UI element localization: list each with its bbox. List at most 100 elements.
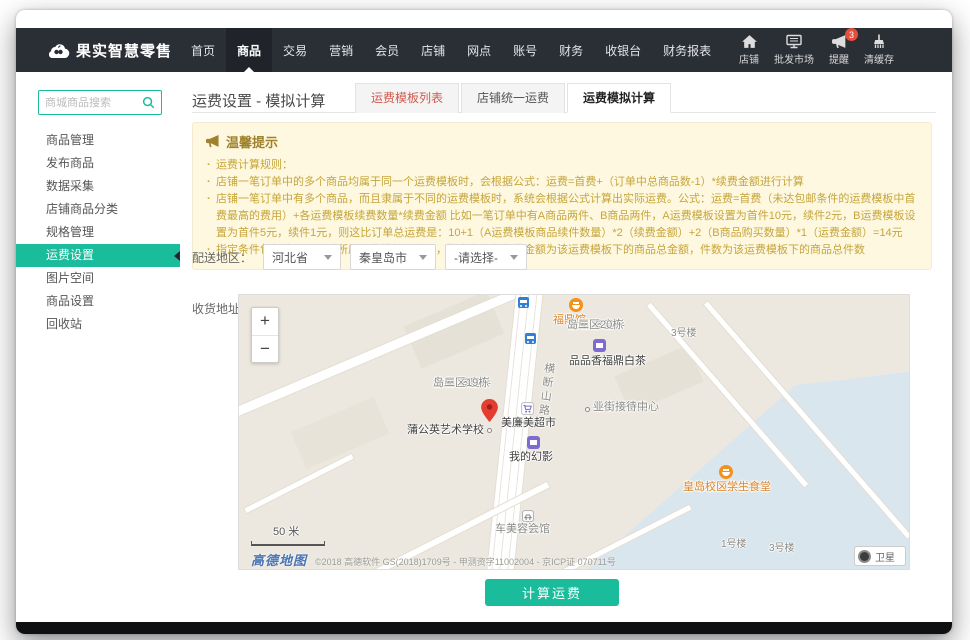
sidebar-item-goods-manage[interactable]: 商品管理 xyxy=(16,129,180,152)
map-building-block xyxy=(291,397,389,469)
search-input[interactable] xyxy=(39,97,142,109)
notice-title: 温馨提示 xyxy=(226,132,278,151)
satellite-layer-toggle[interactable]: 卫星 xyxy=(854,546,906,566)
map-label-building1: 1号楼 xyxy=(721,538,747,551)
notice-bullet: 店铺一笔订单中有多个商品，而且隶属于不同的运费模板时，系统会根据公式计算出实际运… xyxy=(205,191,919,242)
brand-name: 果实智慧零售 xyxy=(76,40,172,61)
canteen-poi-icon xyxy=(719,465,733,479)
sidebar-item-spec-manage[interactable]: 规格管理 xyxy=(16,221,180,244)
navbar-utilities: 店铺 批发市场 3 提醒 清缓存 xyxy=(739,34,952,66)
page-title: 运费设置 - 模拟计算 xyxy=(192,90,325,111)
map-label-supermarket: 美廉美超市 xyxy=(501,417,556,430)
delivery-region-label: 配送地区： xyxy=(192,249,254,266)
main-menu: 首页 商品 交易 营销 会员 店铺 网点 账号 财务 收银台 财务报表 xyxy=(180,28,722,72)
sidebar-item-publish-goods[interactable]: 发布商品 xyxy=(16,152,180,175)
nav-item-marketing[interactable]: 营销 xyxy=(318,28,364,72)
util-reminder[interactable]: 3 提醒 xyxy=(829,34,849,66)
util-shop[interactable]: 店铺 xyxy=(739,34,759,66)
chevron-down-icon xyxy=(419,255,427,260)
map-label-pinpinxiang: 品品香福鼎白茶 xyxy=(569,355,646,368)
nav-item-outlets[interactable]: 网点 xyxy=(456,28,502,72)
cloud-logo-icon xyxy=(46,42,70,58)
notice-bullet: 店铺一笔订单中的多个商品均属于同一个运费模板时，会根据公式：运费=首费+（订单中… xyxy=(205,174,919,191)
city-select[interactable]: 秦皇岛市 xyxy=(350,244,436,270)
shop-poi-icon xyxy=(527,436,540,449)
goods-search-box xyxy=(38,90,162,115)
market-icon xyxy=(785,34,803,49)
map-scale-bar xyxy=(251,541,325,546)
nav-item-trade[interactable]: 交易 xyxy=(272,28,318,72)
zoom-in-button[interactable]: + xyxy=(252,308,278,336)
sidebar-item-goods-settings[interactable]: 商品设置 xyxy=(16,290,180,313)
announcement-icon xyxy=(205,135,220,148)
map-label-line: 业街接待中心 xyxy=(593,401,659,414)
district-select[interactable]: -请选择- xyxy=(445,244,527,270)
map-road xyxy=(244,454,353,513)
province-select[interactable]: 河北省 xyxy=(263,244,341,270)
poi-dot-icon xyxy=(585,407,590,412)
map-label-line: 岛二区20栋 xyxy=(567,319,623,332)
poi-dot-icon xyxy=(487,428,492,433)
app-window: 果实智慧零售 首页 商品 交易 营销 会员 店铺 网点 账号 财务 收银台 财务… xyxy=(16,10,952,634)
map-label-line: 岛二区19栋 xyxy=(433,377,489,390)
page-header: 运费设置 - 模拟计算 运费模板列表 店铺统一运费 运费模拟计算 xyxy=(192,78,936,113)
broom-icon xyxy=(871,34,887,49)
util-wholesale-market[interactable]: 批发市场 xyxy=(774,34,814,66)
nav-item-account[interactable]: 账号 xyxy=(502,28,548,72)
map-scale-text: 50 米 xyxy=(273,526,299,539)
map-label-artschool: 蒲公英艺术学校 xyxy=(407,424,484,437)
shop-poi-icon xyxy=(593,339,606,352)
nav-item-finance-report[interactable]: 财务报表 xyxy=(652,28,722,72)
sidebar-item-recycle-bin[interactable]: 回收站 xyxy=(16,313,180,336)
sidebar-menu: 商品管理 发布商品 数据采集 店铺商品分类 规格管理 运费设置 图片空间 商品设… xyxy=(16,129,180,336)
map-zoom-control: + − xyxy=(251,307,279,363)
map-label-line: 皇岛校区学生食堂 xyxy=(683,481,771,494)
tab-shop-unified-freight[interactable]: 店铺统一运费 xyxy=(461,83,565,113)
tab-freight-template-list[interactable]: 运费模板列表 xyxy=(355,83,459,113)
satellite-icon xyxy=(858,550,871,563)
nav-item-home[interactable]: 首页 xyxy=(180,28,226,72)
notice-bullet: 运费计算规则： xyxy=(205,157,919,174)
window-bottom-bar xyxy=(16,622,952,634)
tab-freight-simulation[interactable]: 运费模拟计算 xyxy=(567,83,671,113)
util-reminder-label: 提醒 xyxy=(829,51,849,66)
tab-bar: 运费模板列表 店铺统一运费 运费模拟计算 xyxy=(355,83,673,113)
amap-logo: 高德地图 xyxy=(251,550,307,569)
map-label-building3-ne: 3号楼 xyxy=(671,327,697,340)
restaurant-poi-icon xyxy=(569,298,583,312)
chevron-down-icon xyxy=(324,255,332,260)
main-content: 运费设置 - 模拟计算 运费模板列表 店铺统一运费 运费模拟计算 温馨提示 运费… xyxy=(180,72,952,622)
util-wholesale-label: 批发市场 xyxy=(774,51,814,66)
bus-stop-icon xyxy=(518,297,529,308)
chevron-down-icon xyxy=(510,255,518,260)
home-icon xyxy=(741,34,758,49)
search-icon[interactable] xyxy=(142,96,155,109)
util-clear-cache-label: 清缓存 xyxy=(864,51,894,66)
nav-item-members[interactable]: 会员 xyxy=(364,28,410,72)
sidebar-item-freight-settings[interactable]: 运费设置 xyxy=(16,244,180,267)
brand-logo[interactable]: 果实智慧零售 xyxy=(16,40,172,61)
nav-item-shop[interactable]: 店铺 xyxy=(410,28,456,72)
map-label-line: 车美容会馆 xyxy=(495,523,550,536)
map-label-building3-s: 3号楼 xyxy=(769,542,795,555)
sidebar-item-shop-category[interactable]: 店铺商品分类 xyxy=(16,198,180,221)
nav-item-cashier[interactable]: 收银台 xyxy=(594,28,652,72)
delivery-region-row: 配送地区： 河北省 秦皇岛市 -请选择- xyxy=(192,244,527,270)
sidebar-item-data-collect[interactable]: 数据采集 xyxy=(16,175,180,198)
notification-badge: 3 xyxy=(845,28,858,41)
calculate-freight-button[interactable]: 计算运费 xyxy=(485,579,619,606)
map-canvas[interactable]: + − 福鼎馆 金屋 秦皇半 岛二区20栋 金屋 秦皇半 岛二区19栋 横断山路… xyxy=(238,294,910,570)
satellite-label: 卫星 xyxy=(875,549,895,564)
nav-item-finance[interactable]: 财务 xyxy=(548,28,594,72)
province-select-value: 河北省 xyxy=(272,249,308,266)
sidebar-item-image-space[interactable]: 图片空间 xyxy=(16,267,180,290)
nav-item-goods[interactable]: 商品 xyxy=(226,28,272,72)
util-clear-cache[interactable]: 清缓存 xyxy=(864,34,894,66)
notice-header: 温馨提示 xyxy=(205,132,919,151)
city-select-value: 秦皇岛市 xyxy=(359,249,407,266)
util-shop-label: 店铺 xyxy=(739,51,759,66)
top-navbar: 果实智慧零售 首页 商品 交易 营销 会员 店铺 网点 账号 财务 收银台 财务… xyxy=(16,28,952,72)
district-select-value: -请选择- xyxy=(454,249,498,266)
zoom-out-button[interactable]: − xyxy=(252,336,278,363)
bus-stop-icon xyxy=(525,333,536,344)
